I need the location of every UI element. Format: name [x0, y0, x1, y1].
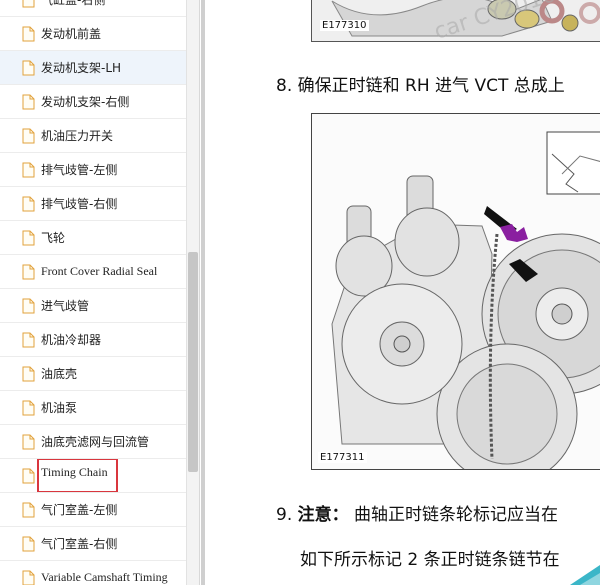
document-icon: [22, 94, 41, 110]
document-icon: [22, 434, 41, 450]
sidebar-item-label: 气门室盖-左侧: [41, 503, 118, 517]
sidebar: 气缸盖-右侧发动机前盖发动机支架-LH 发动机支架-右侧 机油压力开关 排气歧管-左侧…: [0, 0, 200, 585]
step-8: 8. 确保正时链和 RH 进气 VCT 总成上: [276, 71, 565, 96]
document-icon: [22, 0, 41, 8]
sidebar-item[interactable]: 发动机支架-LH: [0, 51, 186, 85]
sidebar-item-label: 排气歧管-右侧: [41, 197, 118, 211]
sidebar-item-label: 油底壳: [41, 367, 78, 381]
figure-top-caption: E177310: [320, 20, 369, 31]
sidebar-scroll-thumb[interactable]: [188, 252, 198, 472]
sidebar-item[interactable]: Timing Chain: [0, 459, 186, 493]
sidebar-item-label: Variable Camshaft Timing: [41, 570, 168, 584]
sidebar-item-label: 油底壳滤网与回流管: [41, 435, 150, 449]
sidebar-item[interactable]: 气缸盖-右侧: [0, 0, 186, 17]
sidebar-item-label: 发动机前盖: [41, 27, 102, 41]
sidebar-item[interactable]: Front Cover Radial Seal: [0, 255, 186, 289]
sidebar-item[interactable]: Variable Camshaft Timing: [0, 561, 186, 585]
document-icon: [22, 26, 41, 42]
sidebar-item[interactable]: 机油压力开关: [0, 119, 186, 153]
sidebar-item-label: 发动机支架-右侧: [41, 95, 130, 109]
sidebar-list: 气缸盖-右侧发动机前盖发动机支架-LH 发动机支架-右侧 机油压力开关 排气歧管-左侧…: [0, 0, 186, 585]
figure-main: E177311: [311, 113, 600, 470]
step-8-number: 8.: [276, 76, 293, 96]
document-icon: [22, 400, 41, 416]
document-icon: [22, 230, 41, 246]
document-icon: [22, 196, 41, 212]
sidebar-item-label: 气缸盖-右侧: [41, 0, 106, 7]
step-9-text: 曲轴正时链条轮标记应当在: [354, 505, 559, 525]
sidebar-item[interactable]: 排气歧管-左侧: [0, 153, 186, 187]
document-icon: [22, 128, 41, 144]
step-9-number: 9.: [276, 505, 293, 525]
document-icon: [22, 298, 41, 314]
sidebar-item[interactable]: 飞轮: [0, 221, 186, 255]
pane-divider[interactable]: [201, 0, 205, 585]
figure-top: E177310 car CY2016: [311, 0, 600, 42]
step-9-note-label: 注意：: [297, 505, 349, 525]
engine-timing-illustration: [312, 114, 600, 469]
sidebar-item-label: Timing Chain: [37, 459, 118, 492]
step-9-continuation: 如下所示标记 2 条正时链条链节在: [300, 550, 560, 570]
sidebar-item[interactable]: 排气歧管-右侧: [0, 187, 186, 221]
sidebar-item-label: 机油泵: [41, 401, 78, 415]
sidebar-item[interactable]: 气门室盖-右侧: [0, 527, 186, 561]
sidebar-item[interactable]: 油底壳: [0, 357, 186, 391]
sidebar-item-label: 飞轮: [41, 231, 66, 245]
document-content: E177310 car CY2016 8. 确保正时链和 RH 进气 VCT 总…: [201, 0, 600, 585]
step-8-text: 确保正时链和 RH 进气 VCT 总成上: [297, 76, 565, 96]
document-icon: [22, 60, 41, 76]
figure-main-caption: E177311: [318, 452, 367, 463]
document-icon: [22, 332, 41, 348]
sidebar-item[interactable]: 机油冷却器: [0, 323, 186, 357]
document-icon: [22, 366, 41, 382]
document-icon: [22, 570, 41, 585]
document-icon: [22, 264, 41, 280]
step-9: 9. 注意： 曲轴正时链条轮标记应当在: [276, 500, 558, 525]
sidebar-item-label: 进气歧管: [41, 299, 90, 313]
sidebar-item[interactable]: 进气歧管: [0, 289, 186, 323]
sidebar-item[interactable]: 油底壳滤网与回流管: [0, 425, 186, 459]
sidebar-item-label: 排气歧管-左侧: [41, 163, 118, 177]
sidebar-item-label: 机油冷却器: [41, 333, 102, 347]
sidebar-item-label: 气门室盖-右侧: [41, 537, 118, 551]
document-icon: [22, 502, 41, 518]
sidebar-scrollbar[interactable]: [186, 0, 199, 585]
sidebar-item[interactable]: 机油泵: [0, 391, 186, 425]
sidebar-item-label: Front Cover Radial Seal: [41, 264, 158, 278]
sidebar-item[interactable]: 发动机前盖: [0, 17, 186, 51]
sidebar-item[interactable]: 气门室盖-左侧: [0, 493, 186, 527]
sidebar-item[interactable]: 发动机支架-右侧: [0, 85, 186, 119]
sidebar-item-label: 机油压力开关: [41, 129, 114, 143]
decorative-corner-graphic: [570, 565, 600, 585]
document-icon: [22, 536, 41, 552]
sidebar-item-label: 发动机支架-LH: [41, 61, 122, 75]
document-icon: [22, 162, 41, 178]
